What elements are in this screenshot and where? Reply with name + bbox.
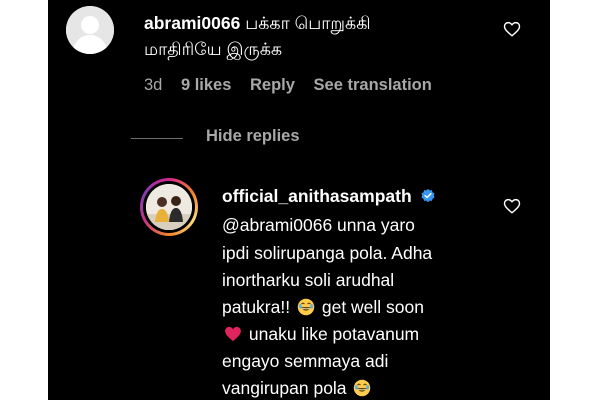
- comment-time: 3d: [144, 76, 163, 94]
- replies-divider: [131, 138, 183, 139]
- see-translation-link[interactable]: See translation: [314, 76, 432, 95]
- reply-text-line: patukra!! get well soon: [222, 295, 424, 319]
- comments-screen: abrami0066 பக்கா பொறுக்கி மாதிரியே இருக்…: [48, 0, 550, 400]
- reply-username[interactable]: official_anithasampath: [222, 186, 412, 206]
- comment-text-line-2: மாதிரியே இருக்க: [144, 39, 283, 59]
- reply-text-segment: get well soon: [321, 297, 425, 317]
- reply-text-line: inortharku soli arudhal: [222, 270, 395, 290]
- laughing-emoji-icon: [297, 298, 315, 316]
- heart-outline-icon[interactable]: [503, 197, 521, 215]
- laughing-emoji-icon: [354, 379, 371, 397]
- reply-username-row: official_anithasampath: [222, 186, 436, 207]
- comment-likes[interactable]: 9 likes: [181, 76, 231, 95]
- reply-text-line: engayo semmaya adi: [222, 351, 389, 371]
- reply-text-segment: patukra!!: [222, 297, 291, 317]
- reply-text-line: vangirupan pola: [222, 376, 373, 400]
- red-heart-emoji-icon: [225, 326, 241, 342]
- comment-text: பக்கா பொறுக்கி: [245, 13, 371, 33]
- hide-replies-button[interactable]: Hide replies: [206, 127, 300, 146]
- heart-outline-icon[interactable]: [503, 20, 521, 38]
- comment-meta: 3d 9 likes Reply See translation: [144, 76, 446, 95]
- profile-photo-icon: [146, 184, 192, 230]
- avatar-photo: [146, 184, 192, 230]
- reply-text-line: unaku like potavanum: [222, 322, 419, 346]
- page-canvas: abrami0066 பக்கா பொறுக்கி மாதிரியே இருக்…: [0, 0, 600, 400]
- comment-username[interactable]: abrami0066: [144, 13, 240, 33]
- comment-text-line-1: abrami0066 பக்கா பொறுக்கி: [144, 12, 371, 35]
- reply-text-line: ipdi solirupanga pola. Adha: [222, 243, 433, 263]
- reply-text-segment: unaku like potavanum: [248, 324, 420, 344]
- commenter-avatar[interactable]: [66, 6, 114, 54]
- avatar-ring-gap: [143, 181, 195, 233]
- default-avatar-icon: [66, 6, 114, 54]
- reply-text-segment: vangirupan pola: [222, 378, 347, 398]
- verified-badge-icon: [421, 189, 434, 203]
- reply-avatar[interactable]: [140, 178, 198, 236]
- reply-button[interactable]: Reply: [250, 76, 295, 95]
- reply-text-line: @abrami0066 unna yaro: [222, 215, 415, 235]
